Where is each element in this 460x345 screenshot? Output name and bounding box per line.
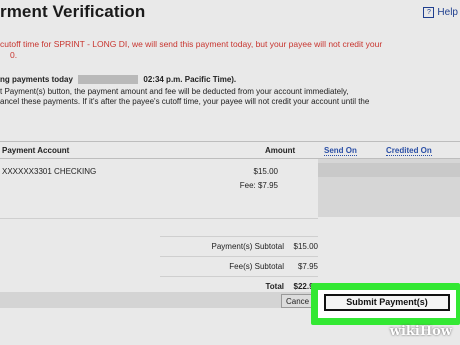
payments-today-time: 02:34 p.m. Pacific Time).: [143, 75, 237, 84]
column-header-payment-account: Payment Account: [2, 146, 70, 155]
wikihow-watermark: wikiHow: [389, 324, 452, 339]
payments-today-prefix: ng payments today: [0, 75, 73, 84]
payment-amount-value: $15.00: [253, 167, 278, 176]
instructions-line2: ancel these payments. If it's after the …: [0, 97, 370, 106]
payment-subtotal-value: $15.00: [293, 242, 318, 251]
fee-subtotal-value: $7.95: [297, 262, 318, 271]
instructions-paragraph: t Payment(s) button, the payment amount …: [0, 87, 458, 107]
redacted-date: [78, 75, 139, 85]
help-label: Help: [437, 7, 458, 18]
payment-subtotal-row: Payment(s) Subtotal $15.00: [160, 237, 318, 256]
payments-today-heading: ng payments today 02:34 p.m. Pacific Tim…: [0, 75, 237, 85]
payment-subtotal-label: Payment(s) Subtotal: [211, 242, 284, 251]
question-mark-box-icon: ?: [423, 7, 435, 18]
payment-fee-value: Fee: $7.95: [239, 181, 278, 190]
page-title: rment Verification: [0, 2, 146, 21]
column-header-credited-on[interactable]: Credited On: [386, 146, 432, 156]
cutoff-notice-line1: cutoff time for SPRINT - LONG DI, we wil…: [0, 39, 383, 49]
send-credit-redacted: [318, 163, 460, 177]
fee-subtotal-label: Fee(s) Subtotal: [229, 262, 284, 271]
total-label: Total: [265, 282, 284, 291]
action-bar: [0, 292, 320, 308]
cutoff-notice: cutoff time for SPRINT - LONG DI, we wil…: [0, 39, 458, 61]
totals-block: Payment(s) Subtotal $15.00 Fee(s) Subtot…: [160, 236, 318, 296]
row-divider: [0, 218, 318, 219]
column-header-amount: Amount: [265, 146, 296, 155]
payment-account-value: XXXXXX3301 CHECKING: [2, 167, 97, 176]
cutoff-notice-line2: 0.: [10, 50, 18, 60]
table-top-divider: [0, 141, 460, 142]
fee-subtotal-row: Fee(s) Subtotal $7.95: [160, 257, 318, 276]
column-header-send-on[interactable]: Send On: [324, 146, 357, 156]
instructions-line1: t Payment(s) button, the payment amount …: [0, 87, 349, 96]
submit-payments-button[interactable]: Submit Payment(s): [324, 294, 450, 311]
help-link[interactable]: ? Help: [423, 7, 458, 18]
